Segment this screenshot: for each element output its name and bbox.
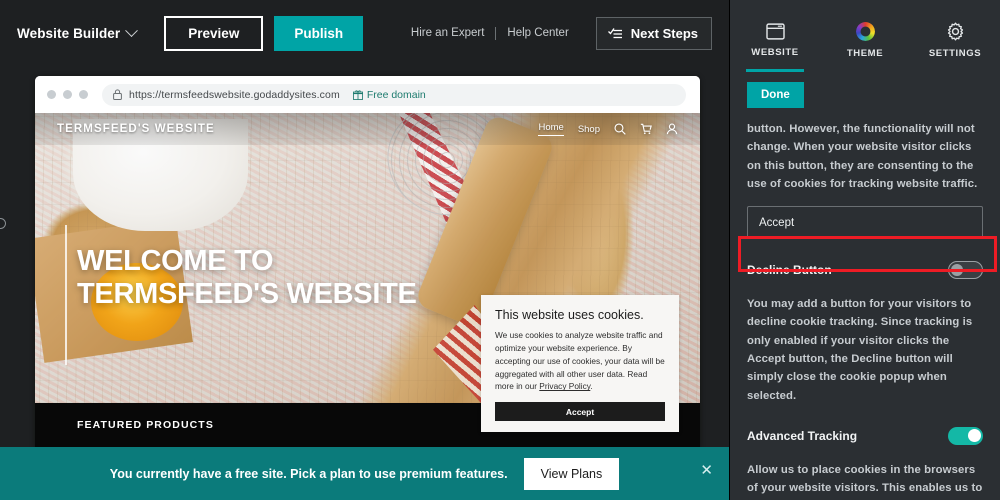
advanced-tracking-label: Advanced Tracking (747, 428, 858, 443)
address-bar[interactable]: https://termsfeedswebsite.godaddysites.c… (102, 83, 686, 106)
free-domain-label: Free domain (366, 88, 426, 101)
accept-button-description: button. However, the functionality will … (747, 123, 978, 190)
app-root: Website Builder Preview Publish Hire an … (0, 0, 1000, 500)
tab-settings-label: SETTINGS (928, 48, 982, 59)
tab-website-label: WEBSITE (751, 47, 799, 58)
upgrade-banner: You currently have a free site. Pick a p… (0, 447, 729, 500)
brand-label: Website Builder (17, 25, 121, 41)
cookie-popup-body-end: . (590, 381, 593, 392)
accept-button-text-input[interactable] (747, 206, 983, 240)
chevron-down-icon (125, 23, 139, 37)
decline-button-setting: Decline Button (747, 255, 983, 285)
tab-website[interactable]: WEBSITE (730, 0, 820, 72)
gear-icon (947, 22, 963, 41)
cart-icon[interactable] (640, 123, 652, 135)
lock-icon (113, 89, 122, 100)
site-preview-frame: https://termsfeedswebsite.godaddysites.c… (35, 76, 700, 448)
done-button[interactable]: Done (747, 82, 804, 108)
hire-an-expert-link[interactable]: Hire an Expert (400, 27, 496, 39)
checklist-icon (607, 27, 622, 38)
hero-heading: WELCOME TO TERMSFEED'S WEBSITE (77, 245, 417, 311)
cookie-consent-popup[interactable]: This website uses cookies. We use cookie… (481, 295, 679, 432)
canvas-resize-handle[interactable] (0, 218, 6, 229)
upgrade-banner-text: You currently have a free site. Pick a p… (109, 466, 508, 481)
editor-canvas: https://termsfeedswebsite.godaddysites.c… (0, 66, 729, 500)
cookie-popup-title: This website uses cookies. (495, 308, 644, 322)
toggle-knob (967, 429, 981, 443)
decline-button-label: Decline Button (747, 263, 832, 278)
panel-content: Done button. However, the functionality … (730, 72, 1000, 500)
website-builder-menu[interactable]: Website Builder (17, 23, 139, 41)
view-plans-button[interactable]: View Plans (523, 457, 620, 490)
decline-button-toggle[interactable] (948, 261, 983, 280)
window-dot (79, 90, 88, 99)
search-icon[interactable] (614, 123, 626, 135)
site-logo-text[interactable]: TERMSFEED'S WEBSITE (57, 123, 215, 135)
window-dots (47, 90, 88, 99)
free-domain-badge[interactable]: Free domain (352, 88, 426, 101)
window-dot (47, 90, 56, 99)
advanced-tracking-setting: Advanced Tracking (747, 421, 983, 451)
preview-button[interactable]: Preview (164, 15, 264, 51)
tab-theme[interactable]: THEME (820, 0, 910, 72)
next-steps-label: Next Steps (630, 25, 698, 41)
top-toolbar-right: Hire an Expert Help Center Next Steps (400, 16, 712, 50)
site-nav-item-shop[interactable]: Shop (578, 124, 600, 135)
close-icon[interactable]: ✕ (700, 463, 713, 478)
account-icon[interactable] (666, 123, 678, 135)
decline-button-description: You may add a button for your visitors t… (747, 298, 973, 402)
tab-theme-label: THEME (846, 48, 884, 59)
cookie-accept-button[interactable]: Accept (495, 402, 665, 422)
advanced-tracking-toggle[interactable] (948, 426, 983, 445)
privacy-policy-link[interactable]: Privacy Policy (539, 381, 590, 391)
site-navigation: TERMSFEED'S WEBSITE Home Shop (35, 113, 700, 145)
color-wheel-icon (855, 22, 875, 41)
address-bar-url: https://termsfeedswebsite.godaddysites.c… (129, 88, 340, 101)
next-steps-button[interactable]: Next Steps (595, 16, 712, 50)
site-nav-links: Home Shop (538, 122, 678, 136)
help-center-link[interactable]: Help Center (496, 27, 579, 39)
rendered-site: TERMSFEED'S WEBSITE Home Shop WELCOME TO… (35, 113, 700, 448)
tab-settings[interactable]: SETTINGS (910, 0, 1000, 72)
site-nav-item-home[interactable]: Home (538, 122, 564, 136)
top-toolbar: Website Builder Preview Publish Hire an … (0, 0, 729, 66)
gift-icon (352, 89, 363, 100)
browser-window-icon (765, 23, 785, 40)
browser-chrome-bar: https://termsfeedswebsite.godaddysites.c… (35, 76, 700, 113)
featured-products-label: FEATURED PRODUCTS (77, 419, 214, 431)
panel-tab-bar: WEBSITE THEME SETTINGS (730, 0, 1000, 72)
cookie-popup-body: We use cookies to analyze website traffi… (495, 329, 665, 393)
window-dot (63, 90, 72, 99)
hero-accent-rule (65, 225, 67, 365)
advanced-tracking-description: Allow us to place cookies in the browser… (747, 463, 983, 495)
right-panel: WEBSITE THEME SETTINGS Done button. Howe… (729, 0, 1000, 500)
toggle-knob (950, 263, 963, 276)
publish-button[interactable]: Publish (274, 15, 364, 51)
